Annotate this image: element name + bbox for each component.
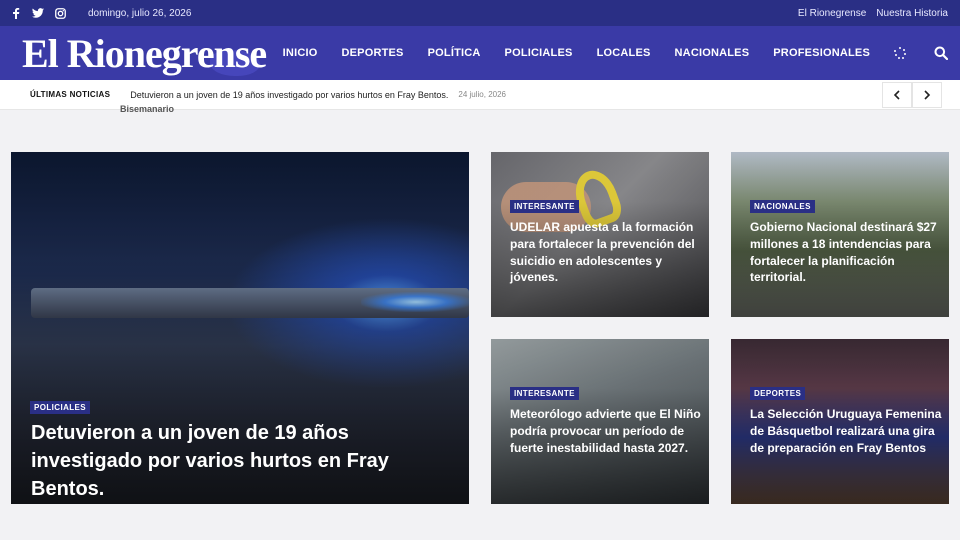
search-icon[interactable] <box>934 46 949 61</box>
article-card[interactable]: INTERESANTE Meteorólogo advierte que El … <box>491 339 709 504</box>
article-title[interactable]: Gobierno Nacional destinará $27 millones… <box>750 219 945 286</box>
article-category-badge[interactable]: DEPORTES <box>750 387 806 400</box>
top-link-el-rionegrense[interactable]: El Rionegrense <box>798 8 866 19</box>
nav-item-nacionales[interactable]: NACIONALES <box>675 47 750 59</box>
instagram-icon[interactable] <box>54 7 66 19</box>
chevron-left-icon <box>893 90 900 100</box>
top-bar: domingo, julio 26, 2026 El Rionegrense N… <box>0 0 960 26</box>
article-card[interactable]: NACIONALES Gobierno Nacional destinará $… <box>731 152 949 317</box>
loading-spinner-icon <box>894 47 906 59</box>
article-card[interactable]: DEPORTES La Selección Uruguaya Femenina … <box>731 339 949 504</box>
site-subtitle: Bisemanario <box>120 104 175 114</box>
ticker-next-button[interactable] <box>912 82 942 108</box>
top-links: El Rionegrense Nuestra Historia <box>798 8 948 19</box>
ticker-date: 24 julio, 2026 <box>458 90 506 99</box>
hero-article[interactable]: POLICIALES Detuvieron a un joven de 19 a… <box>11 152 469 504</box>
main-nav: INICIO DEPORTES POLÍTICA POLICIALES LOCA… <box>283 26 960 80</box>
chevron-right-icon <box>924 90 931 100</box>
article-category-badge[interactable]: POLICIALES <box>30 401 91 414</box>
current-date: domingo, julio 26, 2026 <box>88 7 192 19</box>
nav-item-deportes[interactable]: DEPORTES <box>341 47 403 59</box>
article-category-badge[interactable]: INTERESANTE <box>510 200 579 213</box>
social-links <box>10 7 66 19</box>
article-title[interactable]: Meteorólogo advierte que El Niño podría … <box>510 406 705 456</box>
article-title[interactable]: UDELAR apuesta a la formación para forta… <box>510 219 705 286</box>
twitter-icon[interactable] <box>32 7 44 19</box>
ticker-label: ÚLTIMAS NOTICIAS <box>30 90 111 99</box>
article-title[interactable]: Detuvieron a un joven de 19 años investi… <box>31 419 461 503</box>
article-category-badge[interactable]: NACIONALES <box>750 200 815 213</box>
nav-item-profesionales[interactable]: PROFESIONALES <box>773 47 870 59</box>
article-card[interactable]: INTERESANTE UDELAR apuesta a la formació… <box>491 152 709 317</box>
site-logo[interactable]: El Rionegrense <box>22 34 267 74</box>
nav-item-inicio[interactable]: INICIO <box>283 47 318 59</box>
facebook-icon[interactable] <box>10 7 22 19</box>
nav-item-locales[interactable]: LOCALES <box>597 47 651 59</box>
ticker-controls <box>882 82 942 108</box>
top-link-nuestra-historia[interactable]: Nuestra Historia <box>876 8 948 19</box>
ticker-prev-button[interactable] <box>882 82 912 108</box>
nav-item-policiales[interactable]: POLICIALES <box>505 47 573 59</box>
ticker-headline[interactable]: Detuvieron a un joven de 19 años investi… <box>130 90 448 100</box>
article-category-badge[interactable]: INTERESANTE <box>510 387 579 400</box>
article-title[interactable]: La Selección Uruguaya Femenina de Básque… <box>750 406 945 456</box>
nav-item-politica[interactable]: POLÍTICA <box>428 47 481 59</box>
